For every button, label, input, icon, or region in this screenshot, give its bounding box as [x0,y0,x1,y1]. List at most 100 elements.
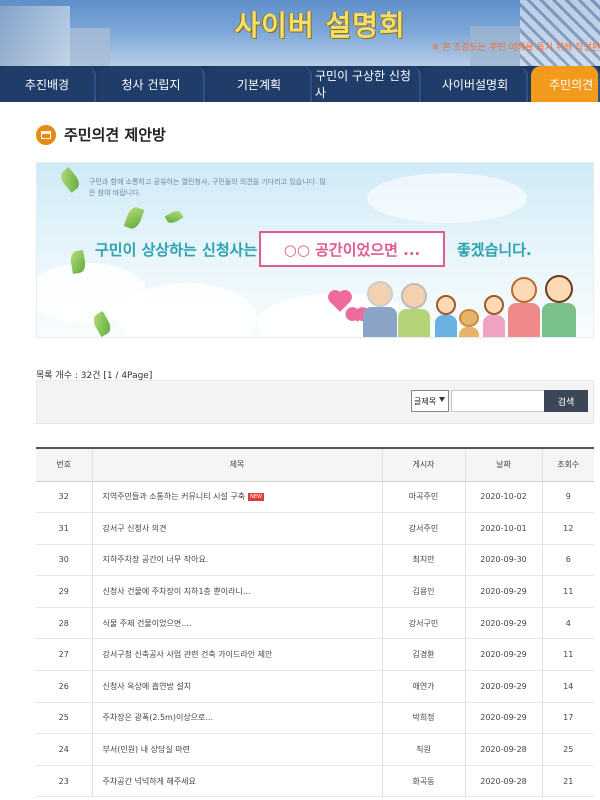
row-title-link[interactable]: 지하주차장 공간이 너무 작아요. [91,544,382,577]
page-title: 사이버 설명회 [234,9,406,42]
row-number: 31 [36,512,92,545]
new-badge: NEW [248,492,264,501]
tab-plan[interactable]: 기본계획 [208,66,312,102]
row-views: 14 [541,670,594,703]
table-row: 29 신청사 건물에 주차장이 지하1층 뿐이라니... 김용인 2020-09… [36,575,594,608]
row-title-link[interactable]: 신청사 건물에 주차장이 지하1층 뿐이라니... [91,575,382,608]
person-illustration [481,295,507,337]
row-date: 2020-09-29 [464,575,542,608]
tab-design[interactable]: 구민이 구상한 신청사 [315,66,421,102]
row-number: 24 [36,733,92,766]
row-number: 32 [36,481,92,514]
search-bar: 글제목 검색 [36,380,594,424]
row-number: 23 [36,765,92,798]
dog-illustration [457,309,481,337]
row-date: 2020-10-01 [464,512,542,545]
search-field-select[interactable]: 글제목 [411,390,449,412]
building-graphic [70,28,110,66]
header-notice: ※ 본 조감도는 주민 이해를 돕기 위해 작성된 [431,43,600,53]
row-title-link[interactable]: 지역주민들과 소통하는 커뮤니티 시설 구축 [103,492,246,501]
tab-cyber-briefing[interactable]: 사이버설명회 [424,66,528,102]
row-author: 김경환 [381,638,465,672]
column-header-author: 게시자 [381,447,465,482]
search-button[interactable]: 검색 [544,390,588,412]
person-illustration [363,281,397,337]
row-author: 마곡주민 [381,481,465,514]
table-row: 30 지하주차장 공간이 너무 작아요. 최지만 2020-09-30 6 [36,544,594,577]
row-author: 화곡동 [381,765,465,798]
row-date: 2020-09-29 [464,638,542,672]
row-title-link[interactable]: 주차공간 넉넉하게 해주세요 [91,765,382,798]
row-title-link[interactable]: 주차장은 광폭(2.5m)이상으로... [91,702,382,735]
row-views: 4 [541,607,594,640]
promo-tail-text: 좋겠습니다. [457,241,532,259]
search-field-select-value: 글제목 [414,396,437,406]
row-number: 26 [36,670,92,703]
table-row: 28 식물 주제 건물이었으면.... 강서구민 2020-09-29 4 [36,607,594,640]
row-author: 강서주민 [381,512,465,545]
person-illustration [433,295,459,337]
section-title: 주민의견 제안방 [64,126,166,144]
row-views: 21 [541,765,594,798]
column-header-number: 번호 [36,447,92,482]
row-views: 11 [541,575,594,608]
header-banner: 사이버 설명회 ※ 본 조감도는 주민 이해를 돕기 위해 작성된 [0,0,600,66]
tab-site[interactable]: 청사 건립지 [99,66,205,102]
row-author: 박희정 [381,702,465,735]
row-author: 직원 [381,733,465,766]
row-views: 25 [541,733,594,766]
table-header-row: 번호 제목 게시자 날짜 조회수 [36,447,594,482]
row-number: 29 [36,575,92,608]
row-title-link[interactable]: 강서구 신청사 의견 [91,512,382,545]
row-date: 2020-09-30 [464,544,542,577]
chevron-down-icon [439,397,445,402]
building-graphic [0,6,70,66]
row-views: 17 [541,702,594,735]
column-header-date: 날짜 [464,447,542,482]
row-title-link[interactable]: 부서(민원) 내 상담실 마련 [91,733,382,766]
posts-table: 번호 제목 게시자 날짜 조회수 32 지역주민들과 소통하는 커뮤니티 시설 … [36,447,594,798]
row-author: 강서구민 [381,607,465,640]
row-title-link[interactable]: 신청사 옥상에 흡연방 설치 [91,670,382,703]
row-number: 27 [36,638,92,672]
row-author: 최지만 [381,544,465,577]
row-number: 30 [36,544,92,577]
building-icon [36,124,56,145]
promo-banner: 구민과 함께 소통하고 공유하는 열린청사, 구민들의 의견을 기다리고 있습니… [36,162,594,338]
tab-opinion[interactable]: 주민의견 제안 [531,66,600,102]
row-date: 2020-09-29 [464,670,542,703]
row-views: 9 [541,481,594,514]
main-nav: 추진배경 청사 건립지 기본계획 구민이 구상한 신청사 사이버설명회 주민의견… [0,66,600,102]
row-title-link[interactable]: 강서구청 신축공사 사업 관련 건축 가이드라인 제안 [91,638,382,672]
person-illustration [397,283,431,337]
promo-small-text: 구민과 함께 소통하고 공유하는 열린청사, 구민들의 의견을 기다리고 있습니… [89,178,326,197]
leaf-graphic [57,167,83,193]
row-title-link[interactable]: 식물 주제 건물이었으면.... [91,607,382,640]
leaf-graphic [123,205,145,231]
column-header-title: 제목 [91,447,382,482]
table-row: 23 주차공간 넉넉하게 해주세요 화곡동 2020-09-28 21 [36,765,594,798]
row-date: 2020-09-29 [464,607,542,640]
table-row: 25 주차장은 광폭(2.5m)이상으로... 박희정 2020-09-29 1… [36,702,594,735]
building-graphic [520,0,600,66]
column-header-views: 조회수 [541,447,594,482]
tab-background[interactable]: 추진배경 [0,66,96,102]
row-number: 25 [36,702,92,735]
table-row: 31 강서구 신청사 의견 강서주민 2020-10-01 12 [36,512,594,545]
person-illustration [507,277,541,337]
row-title-cell: 지역주민들과 소통하는 커뮤니티 시설 구축 NEW [91,481,382,514]
row-views: 12 [541,512,594,545]
heart-icon [351,309,364,322]
row-author: 애연가 [381,670,465,703]
promo-box-text: ○○ 공간이었으면 ... [259,231,445,267]
row-date: 2020-09-28 [464,733,542,766]
section-header: 주민의견 제안방 [36,124,166,145]
row-views: 6 [541,544,594,577]
leaf-graphic [164,208,184,226]
person-illustration [541,275,577,337]
row-views: 11 [541,638,594,672]
row-date: 2020-09-28 [464,765,542,798]
table-row: 32 지역주민들과 소통하는 커뮤니티 시설 구축 NEW 마곡주민 2020-1… [36,481,594,514]
row-date: 2020-10-02 [464,481,542,514]
row-number: 28 [36,607,92,640]
